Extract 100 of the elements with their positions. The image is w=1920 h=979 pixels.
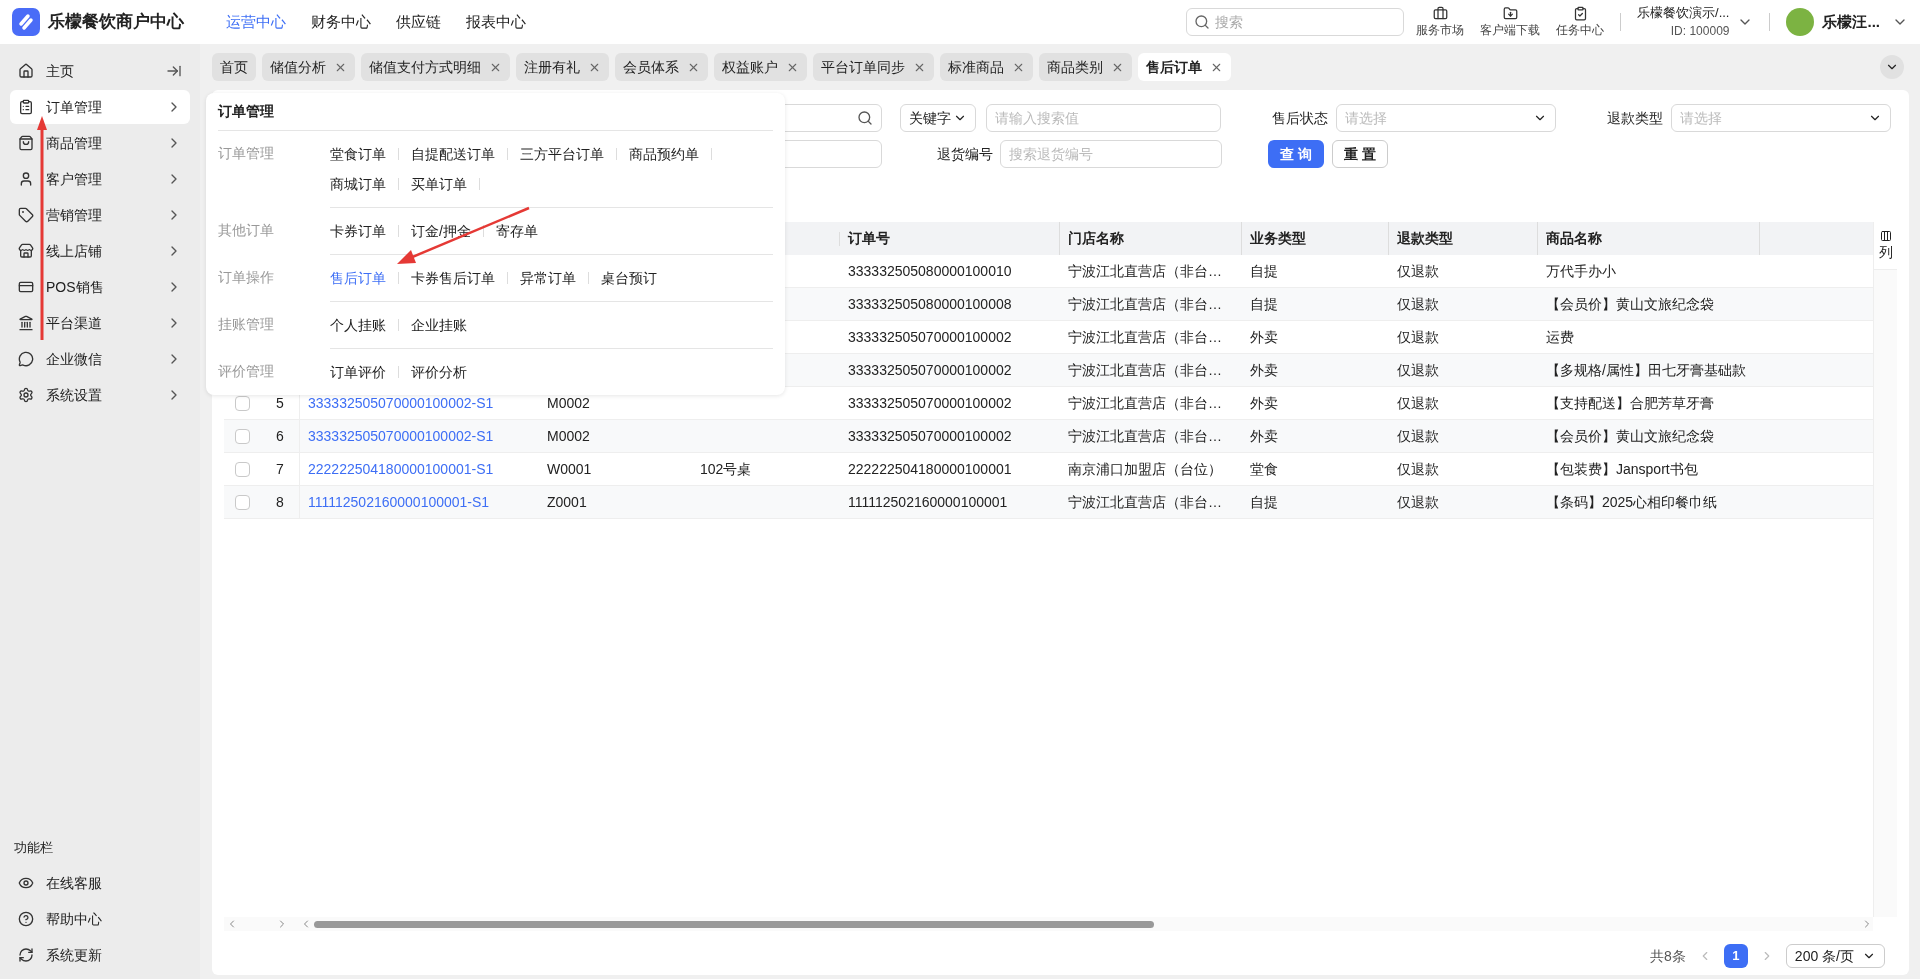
table-cell-text: 111112502160000100001: [848, 492, 1008, 512]
table-cell-text: 333332505080000100008: [848, 294, 1012, 314]
table-cell-text: 仅退款: [1397, 294, 1439, 314]
sidebar-item[interactable]: 帮助中心: [10, 901, 190, 937]
menu-group-label: 评价管理: [218, 363, 274, 379]
search-icon: [857, 110, 873, 126]
field-label: 退货编号: [937, 144, 994, 164]
column-settings-button[interactable]: 列: [1874, 222, 1897, 270]
table-cell-text: W0001: [547, 459, 592, 479]
query-button[interactable]: 查 询: [1268, 140, 1324, 168]
sidebar-item[interactable]: 营销管理: [10, 198, 190, 232]
tab[interactable]: 会员体系: [615, 53, 708, 81]
table-cell-text: 5: [276, 393, 284, 413]
toolbar-button[interactable]: 任务中心: [1556, 5, 1605, 39]
menu-item[interactable]: 自提配送订单: [411, 143, 495, 165]
tab[interactable]: 注册有礼: [516, 53, 609, 81]
tab[interactable]: 储值支付方式明细: [361, 53, 510, 81]
tab[interactable]: 储值分析: [262, 53, 355, 81]
tabs-menu-button[interactable]: [1880, 55, 1904, 79]
menu-item[interactable]: 企业挂账: [411, 314, 467, 336]
nav-link[interactable]: 财务中心: [311, 10, 371, 34]
table-cell-text: 333332505080000100010: [848, 261, 1012, 281]
checkbox[interactable]: [235, 428, 250, 444]
menu-item[interactable]: 异常订单: [520, 267, 576, 289]
table-cell-text: 宁波江北直营店（非台…: [1068, 261, 1222, 281]
tab[interactable]: 首页: [212, 53, 256, 81]
account-switcher[interactable]: 乐檬餐饮演示/... ID: 100009: [1637, 4, 1754, 40]
menu-item[interactable]: 堂食订单: [330, 143, 386, 165]
table-cell-text: 仅退款: [1397, 459, 1439, 479]
sidebar-item[interactable]: 平台渠道: [10, 306, 190, 340]
menu-item[interactable]: 卡券售后订单: [411, 267, 495, 289]
menu-item[interactable]: 商品预约单: [629, 143, 699, 165]
tab[interactable]: 标准商品: [940, 53, 1033, 81]
sidebar-item[interactable]: 企业微信: [10, 342, 190, 376]
avatar[interactable]: [1786, 8, 1815, 36]
sidebar-item[interactable]: 在线客服: [10, 865, 190, 901]
table-cell-text: 【会员价】黄山文旅纪念袋: [1546, 426, 1714, 446]
sidebar-item[interactable]: 线上店铺: [10, 234, 190, 268]
menu-item[interactable]: 评价分析: [411, 361, 467, 383]
table-cell-text: 外卖: [1250, 327, 1278, 347]
sidebar-item[interactable]: 客户管理: [10, 162, 190, 196]
checkbox[interactable]: [235, 395, 250, 411]
clipboard-check-icon: [1572, 5, 1588, 21]
menu-item[interactable]: 个人挂账: [330, 314, 386, 336]
checkbox[interactable]: [235, 494, 250, 510]
nav-link[interactable]: 报表中心: [466, 10, 526, 34]
table-cell-text: M0002: [547, 426, 590, 446]
nav-link[interactable]: 供应链: [396, 10, 441, 34]
table-cell-text: 仅退款: [1397, 360, 1439, 380]
table-cell-text: 333332505070000100002: [848, 393, 1012, 413]
sidebar-item[interactable]: 系统更新: [10, 937, 190, 973]
order-link[interactable]: 222222504180000100001-S1: [308, 460, 494, 477]
logo-icon: [12, 8, 40, 36]
tab[interactable]: 商品类别: [1039, 53, 1132, 81]
menu-item[interactable]: 商城订单: [330, 173, 386, 195]
reset-button[interactable]: 重 置: [1332, 140, 1388, 168]
table-cell-text: 外卖: [1250, 426, 1278, 446]
table-cell-text: 堂食: [1250, 459, 1278, 479]
checkbox[interactable]: [235, 461, 250, 477]
nav-link[interactable]: 运营中心: [226, 10, 286, 34]
return-number-input[interactable]: 搜索退货编号: [1000, 140, 1222, 168]
table-cell-text: 333332505070000100002: [848, 327, 1012, 347]
toolbar-button[interactable]: 客户端下载: [1480, 5, 1541, 39]
table-cell-text: 6: [276, 426, 284, 446]
order-link[interactable]: 333332505070000100002-S1: [308, 427, 494, 444]
menu-item[interactable]: 寄存单: [495, 220, 538, 242]
table-cell-text: 自提: [1250, 492, 1278, 512]
scrollbar-thumb[interactable]: [314, 920, 1154, 928]
page-button[interactable]: 1: [1723, 944, 1748, 968]
scrollbar[interactable]: [224, 917, 1873, 931]
help-icon: [18, 911, 34, 927]
toolbar-button[interactable]: 服务市场: [1416, 5, 1465, 39]
table-cell-text: 222222504180000100001: [848, 459, 1012, 479]
menu-item[interactable]: 买单订单: [411, 173, 467, 195]
order-link[interactable]: 111112502160000100001-S1: [308, 493, 490, 510]
sidebar-item[interactable]: 主页: [10, 54, 190, 88]
tab[interactable]: 权益账户: [714, 53, 807, 81]
table-cell-text: 【条码】2025心相印餐巾纸: [1546, 492, 1718, 512]
menu-item[interactable]: 售后订单: [330, 267, 386, 289]
menu-item[interactable]: 卡券订单: [330, 220, 386, 242]
search-field[interactable]: 搜索: [1186, 8, 1405, 36]
column-header: 商品名称: [1546, 229, 1602, 248]
menu-item[interactable]: 桌台预订: [601, 267, 657, 289]
sidebar-item[interactable]: POS销售: [10, 270, 190, 304]
order-link[interactable]: 333332505070000100002-S1: [308, 394, 494, 411]
user-name[interactable]: 乐檬汪...: [1822, 10, 1880, 34]
menu-item[interactable]: 订单评价: [330, 361, 386, 383]
menu-group-label: 挂账管理: [218, 316, 274, 332]
menu-item[interactable]: 三方平台订单: [520, 143, 604, 165]
tab[interactable]: 售后订单: [1138, 53, 1231, 81]
sidebar-item[interactable]: 订单管理: [10, 90, 190, 124]
tab[interactable]: 平台订单同步: [813, 53, 934, 81]
sidebar-item[interactable]: 商品管理: [10, 126, 190, 160]
table-cell-text: 宁波江北直营店（非台…: [1068, 426, 1222, 446]
sidebar-item[interactable]: 系统设置: [10, 378, 190, 412]
page-size-select[interactable]: 200 条/页: [1785, 944, 1885, 968]
keyword-type-select[interactable]: 关键字: [900, 104, 976, 132]
collapse-icon[interactable]: [166, 63, 182, 79]
keyword-input[interactable]: 请输入搜索值: [986, 104, 1221, 132]
home-icon: [18, 63, 34, 79]
